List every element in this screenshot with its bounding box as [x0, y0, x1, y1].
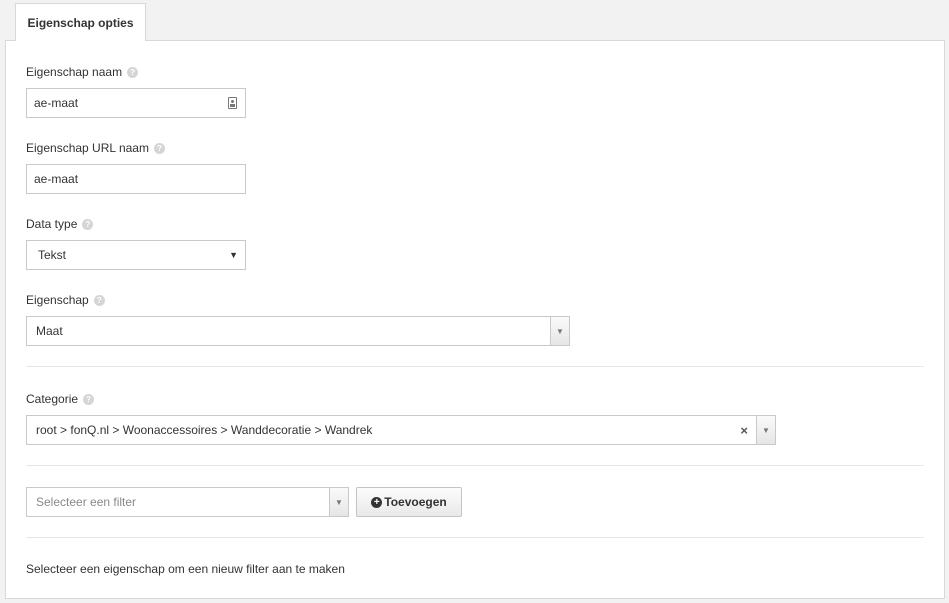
- filter-select[interactable]: Selecteer een filter ▼: [26, 487, 349, 517]
- property-select[interactable]: Maat ▼: [26, 316, 570, 346]
- help-icon[interactable]: ?: [127, 66, 139, 78]
- info-text: Selecteer een eigenschap om een nieuw fi…: [26, 562, 345, 576]
- divider: [26, 465, 924, 466]
- help-icon[interactable]: ?: [83, 393, 95, 405]
- divider: [26, 366, 924, 367]
- chevron-down-icon[interactable]: ▼: [329, 488, 348, 516]
- plus-circle-icon: +: [371, 496, 383, 508]
- help-icon[interactable]: ?: [93, 294, 105, 306]
- property-url-name-input[interactable]: ae-maat: [26, 164, 246, 194]
- help-icon[interactable]: ?: [153, 142, 165, 154]
- help-icon[interactable]: ?: [82, 218, 94, 230]
- options-panel: Eigenschap naam ? ae-maat Eigenschap URL…: [5, 40, 945, 599]
- chevron-down-icon: ▼: [229, 250, 238, 260]
- chevron-down-icon[interactable]: ▼: [756, 416, 775, 444]
- add-filter-button[interactable]: + Toevoegen: [356, 487, 462, 517]
- data-type-select[interactable]: Tekst ▼: [26, 240, 246, 270]
- url-name-label: Eigenschap URL naam ?: [26, 141, 165, 155]
- divider: [26, 537, 924, 538]
- data-type-label: Data type ?: [26, 217, 94, 231]
- category-select[interactable]: root > fonQ.nl > Woonaccessoires > Wandd…: [26, 415, 776, 445]
- contact-card-icon[interactable]: [228, 97, 237, 109]
- name-label: Eigenschap naam ?: [26, 65, 139, 79]
- tab-label: Eigenschap opties: [27, 15, 134, 30]
- property-label: Eigenschap ?: [26, 293, 105, 307]
- property-name-input[interactable]: ae-maat: [26, 88, 246, 118]
- tab-eigenschap-opties[interactable]: Eigenschap opties: [15, 3, 146, 41]
- chevron-down-icon[interactable]: ▼: [550, 317, 569, 345]
- clear-icon[interactable]: ×: [740, 416, 748, 444]
- category-label: Categorie ?: [26, 392, 95, 406]
